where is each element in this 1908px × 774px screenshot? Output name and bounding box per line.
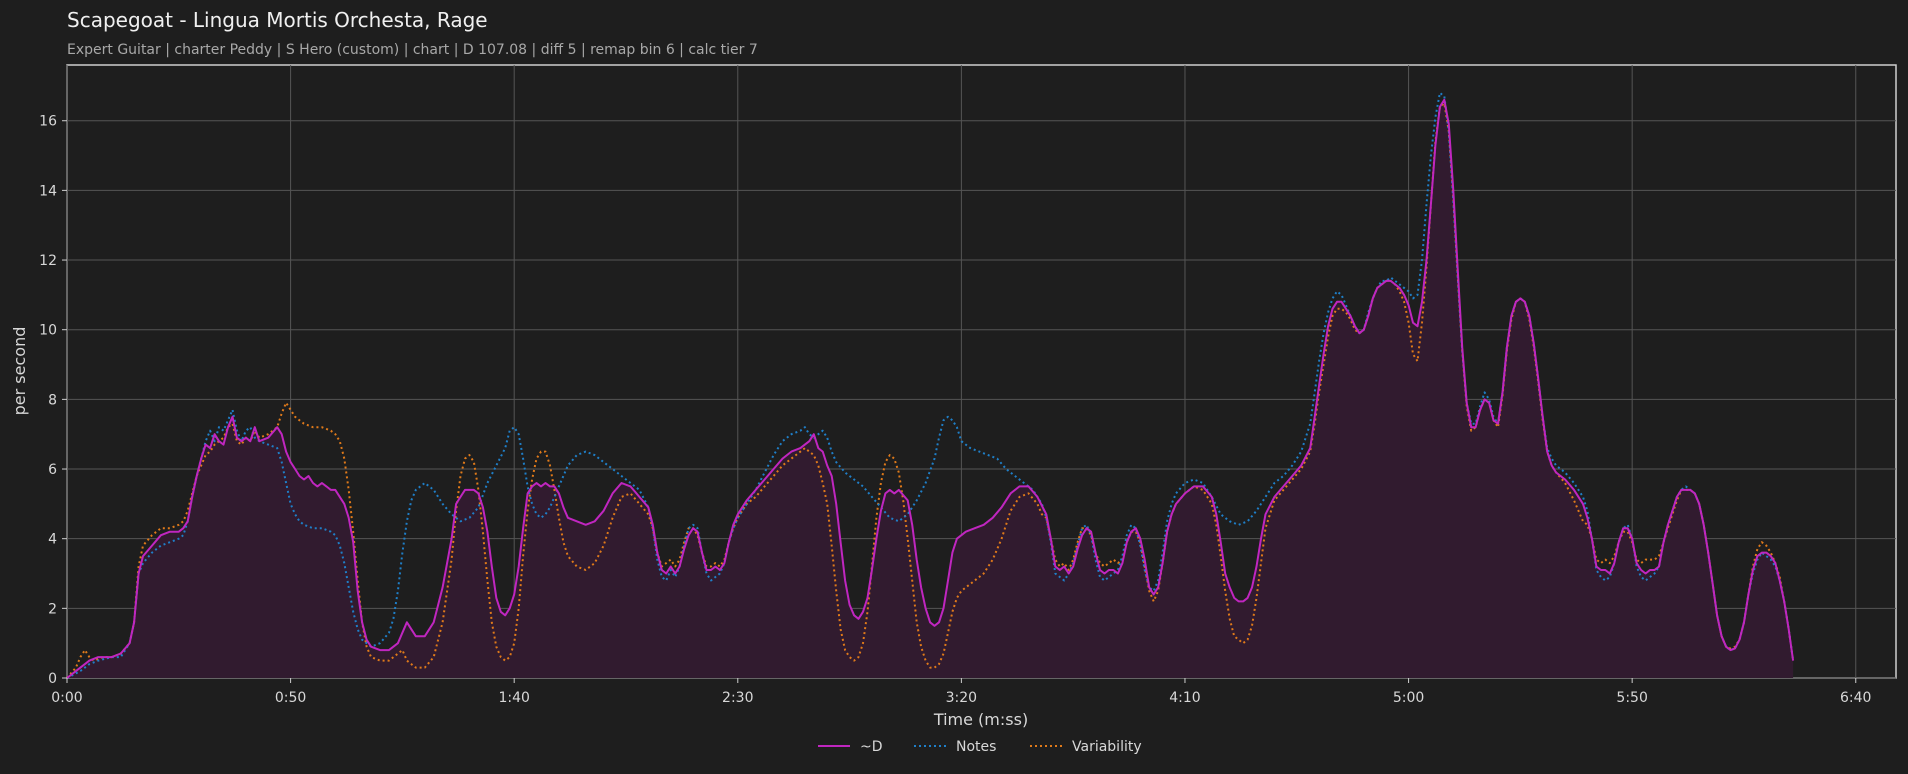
legend-label: Notes: [956, 739, 996, 755]
chart: Scapegoat - Lingua Mortis Orchesta, Rage…: [10, 8, 1897, 755]
y-tick-label: 8: [48, 392, 57, 408]
x-tick-label: 0:00: [51, 690, 82, 706]
y-axis-label: per second: [10, 327, 29, 416]
legend-label: ~D: [860, 739, 883, 755]
x-tick-label: 5:50: [1616, 690, 1647, 706]
x-tick-label: 0:50: [275, 690, 306, 706]
x-tick-label: 3:20: [946, 690, 977, 706]
y-tick-label: 16: [39, 114, 57, 130]
x-tick-label: 6:40: [1840, 690, 1871, 706]
x-tick-label: 2:30: [722, 690, 753, 706]
y-axis: 0 2 4 6 8 10 12 14 16: [39, 114, 67, 687]
y-tick-label: 0: [48, 671, 57, 687]
x-tick-label: 4:10: [1169, 690, 1200, 706]
chart-subtitle: Expert Guitar | charter Peddy | S Hero (…: [67, 42, 758, 58]
legend: ~D Notes Variability: [818, 739, 1142, 755]
x-tick-label: 1:40: [498, 690, 529, 706]
y-tick-label: 2: [48, 601, 57, 617]
y-tick-label: 6: [48, 462, 57, 478]
x-axis: 0:00 0:50 1:40 2:30 3:20 4:10 5:00 5:50 6:40: [51, 678, 1871, 706]
x-axis-label: Time (m:ss): [933, 710, 1028, 729]
y-tick-label: 10: [39, 323, 57, 339]
chart-title: Scapegoat - Lingua Mortis Orchesta, Rage: [67, 8, 488, 32]
y-tick-label: 12: [39, 253, 57, 269]
y-tick-label: 14: [39, 183, 57, 199]
y-tick-label: 4: [48, 532, 57, 548]
x-tick-label: 5:00: [1393, 690, 1424, 706]
legend-label: Variability: [1072, 739, 1142, 755]
